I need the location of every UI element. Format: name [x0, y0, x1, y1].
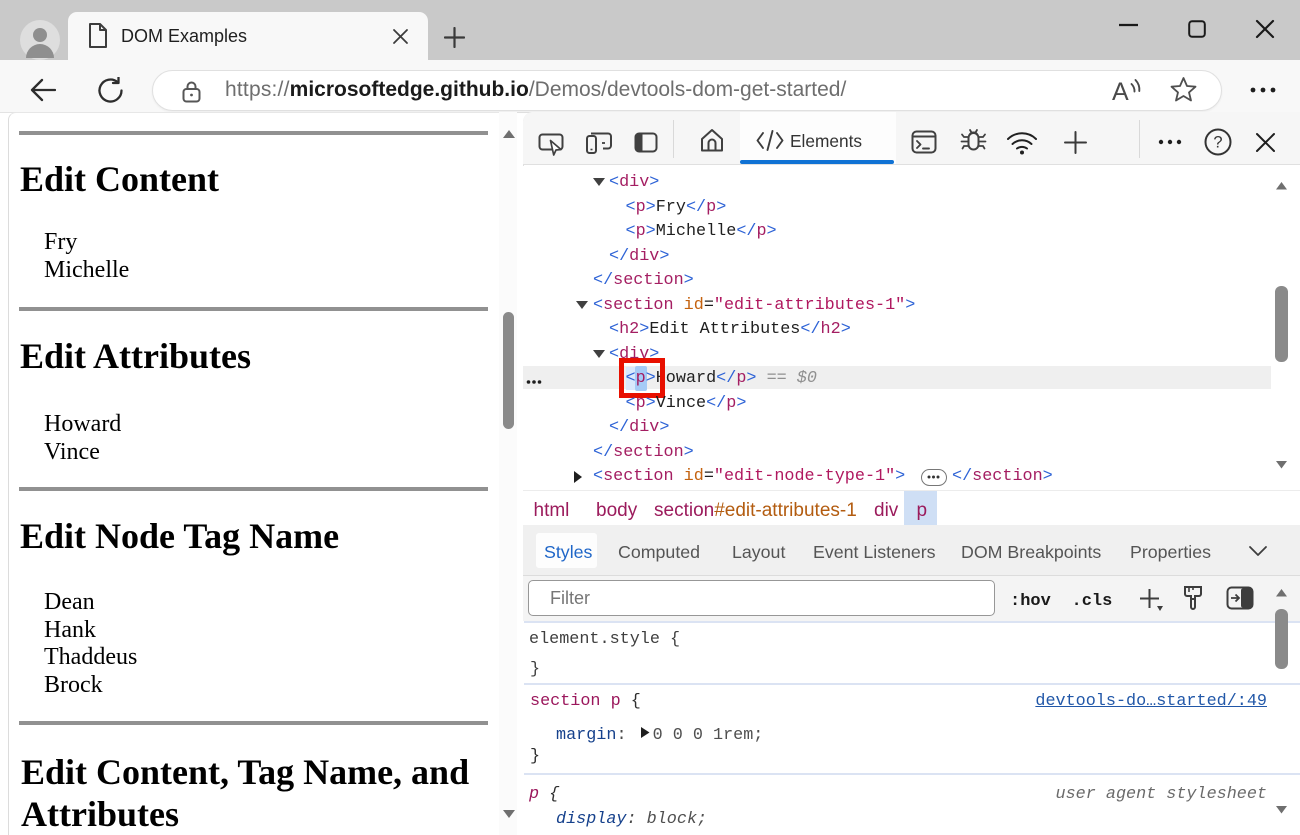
- svg-text:A: A: [1112, 78, 1129, 103]
- svg-text:?: ?: [1213, 134, 1222, 152]
